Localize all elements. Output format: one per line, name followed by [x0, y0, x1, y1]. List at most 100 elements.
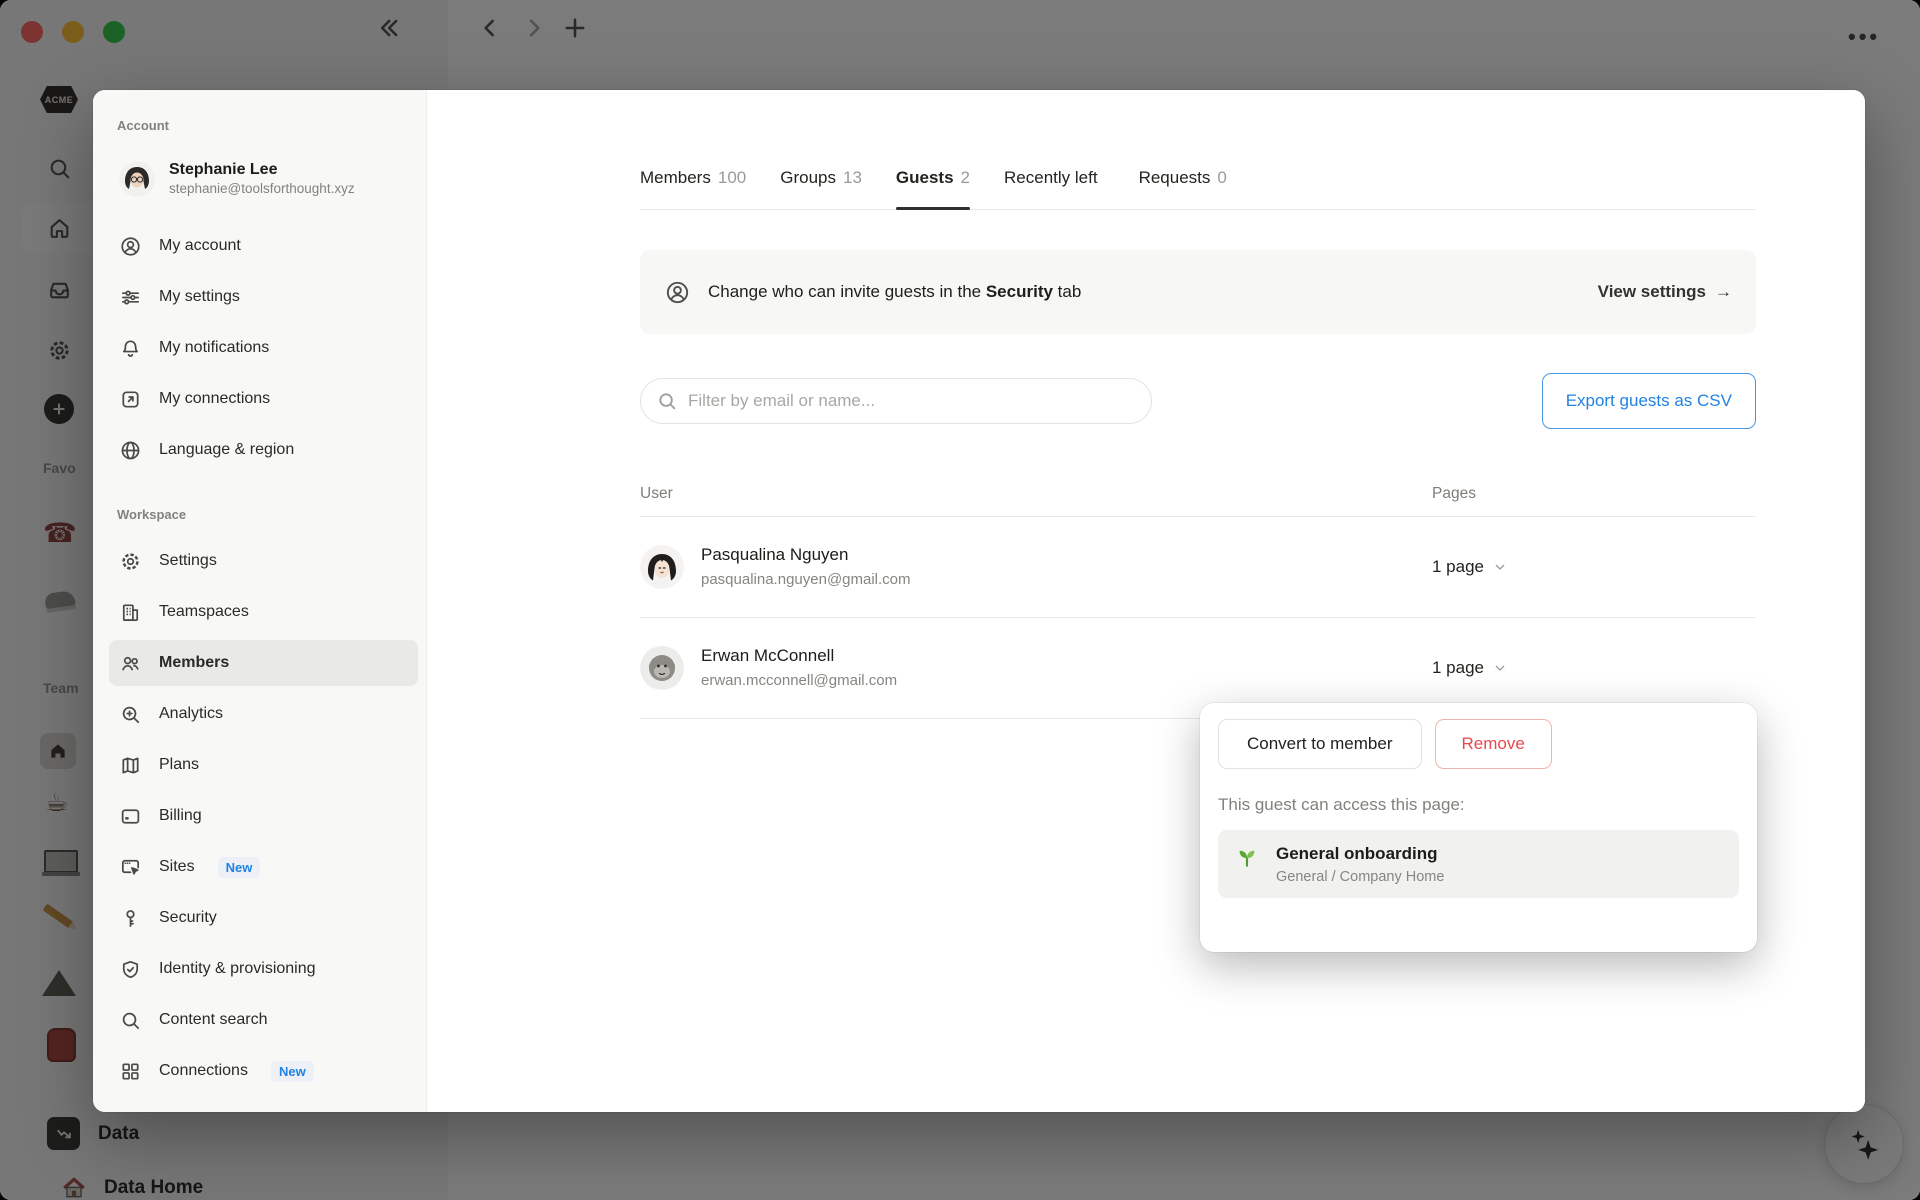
account-user-row[interactable]: Stephanie Lee stephanie@toolsforthought.…	[119, 151, 410, 207]
view-settings-label: View settings	[1597, 282, 1706, 301]
sidebar-item-label: My settings	[159, 288, 240, 305]
tab-label: Guests	[895, 168, 954, 187]
popover-buttons: Convert to member Remove	[1218, 719, 1739, 769]
seedling-icon	[1239, 850, 1255, 867]
bell-icon	[123, 339, 138, 357]
sidebar-item-label: Content search	[159, 1011, 268, 1028]
sidebar-item-label: Members	[159, 654, 230, 671]
export-guests-button[interactable]: Export guests as CSV	[1541, 373, 1756, 429]
guest-identity: Erwan McConnell erwan.mcconnell@gmail.co…	[640, 645, 1432, 690]
chevron-down-icon	[1495, 665, 1505, 671]
people-icon	[122, 656, 139, 670]
guest-actions-popover: Convert to member Remove This guest can …	[1200, 703, 1757, 952]
search-icon	[656, 390, 678, 417]
pages-value: 1 page	[1432, 658, 1484, 677]
sidebar-item-members[interactable]: Members	[109, 640, 418, 686]
globe-icon	[121, 441, 140, 459]
sidebar-item-sites[interactable]: Sites New	[109, 844, 418, 890]
magnifier-plus-icon	[122, 706, 140, 723]
table-row: Pasqualina Nguyen pasqualina.nguyen@gmai…	[640, 517, 1756, 618]
sidebar-item-my-settings[interactable]: My settings	[109, 274, 418, 320]
guest-email: pasqualina.nguyen@gmail.com	[701, 570, 911, 588]
filter-row: Export guests as CSV	[640, 373, 1756, 429]
screen: ACME Favo ☎ Team	[0, 0, 1920, 1200]
tab-count: 2	[960, 168, 971, 187]
avatar	[119, 161, 155, 197]
sidebar-item-label: Security	[159, 909, 217, 926]
sidebar-item-teamspaces[interactable]: Teamspaces	[109, 589, 418, 635]
tab-members[interactable]: Members 100	[640, 168, 746, 209]
tab-label: Recently left	[1004, 168, 1098, 187]
sidebar-item-content-search[interactable]: Content search	[109, 997, 418, 1043]
guest-email: erwan.mcconnell@gmail.com	[701, 671, 898, 689]
sidebar-item-settings[interactable]: Settings	[109, 538, 418, 584]
workspace-nav-list: Settings Teamspaces Members Analytics Pl…	[109, 538, 418, 1094]
sidebar-item-label: Connections	[159, 1062, 248, 1079]
table-header: User Pages	[640, 485, 1756, 517]
column-header-user: User	[640, 485, 673, 502]
guest-access-caption: This guest can access this page:	[1218, 795, 1465, 814]
tab-groups[interactable]: Groups 13	[780, 168, 862, 209]
sidebar-item-label: Sites	[159, 858, 195, 875]
tab-label: Requests	[1138, 168, 1211, 187]
pages-dropdown[interactable]: 1 page	[1432, 557, 1756, 577]
settings-main-panel: Members 100 Groups 13 Guests 2 Recently lef…	[427, 90, 1865, 1112]
filter-input[interactable]	[640, 378, 1152, 424]
column-header-pages: Pages	[1432, 485, 1476, 502]
credit-card-icon	[121, 808, 140, 824]
key-icon	[126, 909, 135, 927]
settings-sidebar: Account Stephanie Lee stephanie@toolsfor…	[93, 90, 427, 1112]
tab-recently-left[interactable]: Recently left	[1004, 168, 1105, 209]
sidebar-item-plans[interactable]: Plans	[109, 742, 418, 788]
settings-modal: Account Stephanie Lee stephanie@toolsfor…	[93, 90, 1865, 1112]
gear-icon	[122, 552, 139, 570]
arrow-right-icon: →	[1715, 282, 1732, 301]
tab-guests[interactable]: Guests 2	[895, 168, 971, 210]
sidebar-item-identity-provisioning[interactable]: Identity & provisioning	[109, 946, 418, 992]
convert-to-member-button[interactable]: Convert to member	[1218, 719, 1422, 769]
browser-cursor-icon	[121, 859, 140, 875]
sidebar-item-label: Teamspaces	[159, 603, 249, 620]
account-user-name: Stephanie Lee	[169, 161, 278, 179]
avatar	[640, 545, 684, 589]
sidebar-item-billing[interactable]: Billing	[109, 793, 418, 839]
tab-label: Members	[640, 168, 711, 187]
sidebar-item-label: Analytics	[159, 705, 224, 722]
guest-identity: Pasqualina Nguyen pasqualina.nguyen@gmai…	[640, 544, 1432, 589]
building-icon	[122, 603, 139, 621]
tab-count: 100	[717, 168, 747, 187]
person-circle-icon	[121, 236, 140, 256]
app-window: ACME Favo ☎ Team	[0, 0, 1920, 1200]
pages-value: 1 page	[1432, 557, 1484, 576]
sidebar-item-connections[interactable]: Connections New	[109, 1048, 418, 1094]
person-circle-icon	[666, 281, 689, 303]
tab-count: 0	[1217, 168, 1227, 187]
new-badge: New	[270, 1060, 314, 1082]
page-breadcrumb: General / Company Home	[1276, 869, 1445, 886]
guest-name: Erwan McConnell	[701, 646, 835, 666]
sidebar-item-my-connections[interactable]: My connections	[109, 376, 418, 422]
chevron-down-icon	[1495, 564, 1505, 570]
view-settings-link[interactable]: View settings →	[1598, 282, 1732, 302]
sidebar-item-label: Language & region	[159, 441, 295, 458]
sidebar-item-label: My account	[159, 237, 241, 254]
workspace-section-label: Workspace	[117, 507, 187, 522]
remove-guest-button[interactable]: Remove	[1434, 719, 1552, 769]
accessible-page-item[interactable]: General onboarding General / Company Hom…	[1218, 830, 1739, 899]
arrow-up-right-square-icon	[122, 390, 139, 408]
new-badge: New	[217, 856, 261, 878]
magnifier-icon	[122, 1012, 140, 1029]
sidebar-item-security[interactable]: Security	[109, 895, 418, 941]
tab-requests[interactable]: Requests 0	[1139, 168, 1227, 209]
sidebar-item-analytics[interactable]: Analytics	[109, 691, 418, 737]
sidebar-item-my-account[interactable]: My account	[109, 223, 418, 269]
sidebar-item-my-notifications[interactable]: My notifications	[109, 325, 418, 371]
guest-tabs: Members 100 Groups 13 Guests 2 Recently lef…	[640, 168, 1756, 210]
pages-dropdown[interactable]: 1 page	[1432, 658, 1756, 678]
tab-label: Groups	[780, 168, 836, 187]
shield-check-icon	[122, 960, 139, 978]
account-user-email: stephanie@toolsforthought.xyz	[169, 181, 355, 197]
sidebar-item-language-region[interactable]: Language & region	[109, 427, 418, 473]
account-nav-list: My account My settings My notifications …	[117, 223, 410, 473]
sidebar-item-label: Plans	[159, 756, 200, 773]
